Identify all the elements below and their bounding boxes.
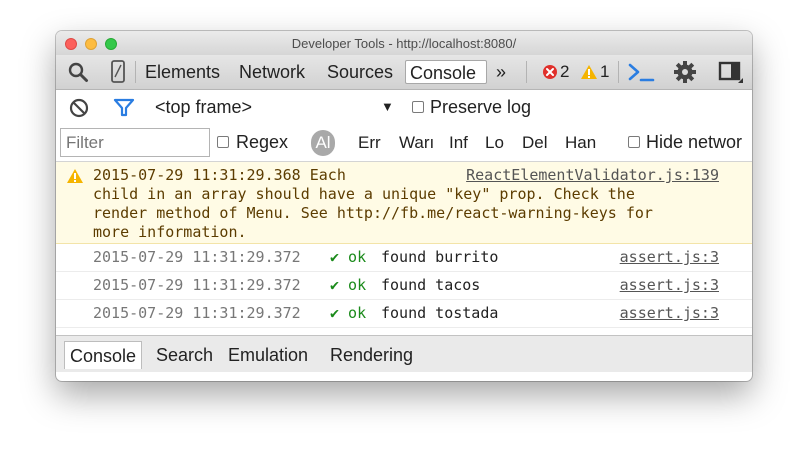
ok-check: ✔ ok xyxy=(330,276,367,294)
tab-console[interactable]: Console xyxy=(405,60,487,84)
gear-icon[interactable] xyxy=(672,59,698,85)
error-count[interactable]: 2 xyxy=(560,60,569,84)
preserve-log-label: Preserve log xyxy=(430,97,532,117)
message-text: found tacos xyxy=(381,276,481,294)
log-message: 2015-07-29 11:31:29.372 ✔ ok found tosta… xyxy=(56,300,752,328)
log-message: 2015-07-29 11:31:29.372 ✔ ok found tacos… xyxy=(56,272,752,300)
toolbar-divider xyxy=(135,61,136,83)
more-tabs-icon[interactable]: » xyxy=(496,60,506,84)
console-messages: 2015-07-29 11:31:29.368 Each child in an… xyxy=(56,162,752,335)
level-all-button[interactable]: Al xyxy=(311,130,335,156)
level-warnings-button[interactable]: Warı xyxy=(399,133,434,153)
tab-elements[interactable]: Elements xyxy=(145,60,220,84)
device-icon[interactable] xyxy=(106,59,130,85)
drawer-tab-rendering[interactable]: Rendering xyxy=(330,341,413,369)
frame-select[interactable]: <top frame> xyxy=(155,97,252,118)
dock-icon[interactable] xyxy=(717,59,745,85)
preserve-log-checkbox[interactable] xyxy=(412,101,424,113)
level-errors-button[interactable]: Err xyxy=(358,133,381,153)
title-bar: Developer Tools - http://localhost:8080/ xyxy=(56,31,752,55)
devtools-window: Developer Tools - http://localhost:8080/… xyxy=(56,31,752,381)
regex-label: Regex xyxy=(236,132,289,152)
drawer-tab-bar: Console Search Emulation Rendering xyxy=(56,335,752,372)
warning-icon[interactable] xyxy=(580,59,598,85)
toolbar-divider xyxy=(526,61,527,83)
warning-text-line: child in an array should have a unique "… xyxy=(93,185,635,203)
warning-text-line: render method of Menu. See http://fb.me/… xyxy=(93,204,653,222)
toolbar-divider xyxy=(618,61,619,83)
message-text: found tostada xyxy=(381,304,499,322)
log-message: 2015-07-29 11:31:29.372 ✔ ok found burri… xyxy=(56,244,752,272)
main-toolbar: Elements Network Sources Console » 2 1 xyxy=(56,55,752,90)
regex-checkbox[interactable] xyxy=(217,136,229,148)
level-debug-button[interactable]: Del xyxy=(522,133,548,153)
warning-text-line: 2015-07-29 11:31:29.368 Each xyxy=(93,166,346,184)
source-link[interactable]: assert.js:3 xyxy=(620,304,719,322)
source-link[interactable]: assert.js:3 xyxy=(620,276,719,294)
chevron-down-icon[interactable]: ▼ xyxy=(381,99,394,114)
tab-sources[interactable]: Sources xyxy=(327,60,393,84)
warning-text-line: more information. xyxy=(93,223,247,241)
warning-message: 2015-07-29 11:31:29.368 Each child in an… xyxy=(56,162,752,244)
level-handled-button[interactable]: Han xyxy=(565,133,596,153)
level-logs-button[interactable]: Lo xyxy=(485,133,504,153)
filter-input[interactable] xyxy=(60,128,210,157)
hide-network-label: Hide networ xyxy=(646,132,743,152)
filter-icon[interactable] xyxy=(113,98,135,123)
hide-network-checkbox[interactable] xyxy=(628,136,640,148)
search-icon[interactable] xyxy=(65,59,91,85)
drawer-tab-search[interactable]: Search xyxy=(156,341,213,369)
timestamp: 2015-07-29 11:31:29.372 xyxy=(93,248,301,266)
warning-icon xyxy=(66,168,84,188)
drawer-console-icon[interactable] xyxy=(626,59,656,85)
ok-check: ✔ ok xyxy=(330,248,367,266)
error-icon[interactable] xyxy=(542,59,558,85)
source-link[interactable]: ReactElementValidator.js:139 xyxy=(466,166,719,184)
tab-network[interactable]: Network xyxy=(239,60,305,84)
console-level-bar: Regex Al Err Warı Inf Lo Del Han Hide ne… xyxy=(56,126,752,162)
level-info-button[interactable]: Inf xyxy=(449,133,468,153)
drawer-tab-emulation[interactable]: Emulation xyxy=(228,341,308,369)
source-link[interactable]: assert.js:3 xyxy=(620,248,719,266)
warning-count[interactable]: 1 xyxy=(600,60,609,84)
ok-check: ✔ ok xyxy=(330,304,367,322)
clear-console-icon[interactable] xyxy=(69,98,89,123)
timestamp: 2015-07-29 11:31:29.372 xyxy=(93,304,301,322)
console-filter-bar: <top frame> ▼ Preserve log xyxy=(56,90,752,126)
timestamp: 2015-07-29 11:31:29.372 xyxy=(93,276,301,294)
message-text: found burrito xyxy=(381,248,499,266)
drawer-tab-console[interactable]: Console xyxy=(64,341,143,369)
window-title: Developer Tools - http://localhost:8080/ xyxy=(291,36,517,51)
